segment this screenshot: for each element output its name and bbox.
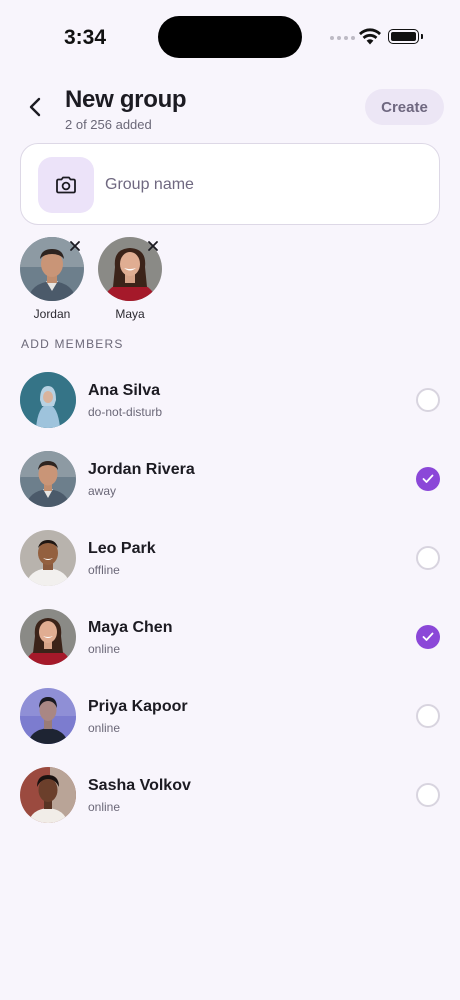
contact-status: away [88,484,117,498]
selection-checkbox[interactable] [416,625,440,649]
contact-status: online [88,642,121,656]
group-photo-button[interactable] [38,157,94,213]
avatar [20,688,76,744]
contact-row[interactable]: Priya Kapoor online [0,676,460,755]
remove-member-button[interactable] [144,237,162,255]
back-button[interactable] [20,92,50,122]
checkmark-icon [422,632,434,641]
status-time: 3:34 [64,26,107,49]
dynamic-island [158,16,302,58]
contact-name: Leo Park [88,540,156,557]
section-label: ADD MEMBERS [21,337,124,351]
group-info-card [20,143,440,225]
contact-row[interactable]: Maya Chen online [0,597,460,676]
avatar [20,530,76,586]
contact-row[interactable]: Leo Park offline [0,518,460,597]
contact-name: Ana Silva [88,382,161,399]
selected-member-name: Maya [115,307,145,321]
avatar [20,451,76,507]
group-name-input[interactable] [105,171,405,199]
selection-checkbox[interactable] [416,467,440,491]
avatar [20,372,76,428]
chevron-left-icon [29,97,41,117]
create-button[interactable]: Create [365,89,444,125]
remove-member-button[interactable] [66,237,84,255]
contact-name: Jordan Rivera [88,461,195,478]
selected-member-chip: Maya [98,237,162,321]
close-icon [70,241,80,251]
contact-name: Sasha Volkov [88,777,191,794]
contact-row[interactable]: Jordan Rivera away [0,439,460,518]
contact-row[interactable]: Sasha Volkov online [0,755,460,834]
avatar [20,767,76,823]
camera-icon [56,176,76,194]
battery-icon [388,29,423,44]
contact-list: Ana Silva do-not-disturb Jordan Rivera a… [0,360,460,834]
contact-status: online [88,800,121,814]
close-icon [148,241,158,251]
cellular-signal-icon [330,36,355,40]
contact-status: do-not-disturb [88,405,163,419]
selected-member-name: Jordan [33,307,71,321]
checkmark-icon [422,474,434,483]
selection-checkbox[interactable] [416,388,440,412]
selection-checkbox[interactable] [416,704,440,728]
member-count: 2 of 256 added [65,117,152,132]
selection-checkbox[interactable] [416,546,440,570]
status-bar: 3:34 [0,0,460,70]
contact-name: Maya Chen [88,619,173,636]
page-title: New group [65,86,187,113]
selected-members: Jordan Maya [20,237,162,321]
contact-status: online [88,721,121,735]
contact-status: offline [88,563,120,577]
contact-name: Priya Kapoor [88,698,188,715]
selection-checkbox[interactable] [416,783,440,807]
contact-row[interactable]: Ana Silva do-not-disturb [0,360,460,439]
avatar [20,609,76,665]
wifi-icon [359,28,381,45]
selected-member-chip: Jordan [20,237,84,321]
